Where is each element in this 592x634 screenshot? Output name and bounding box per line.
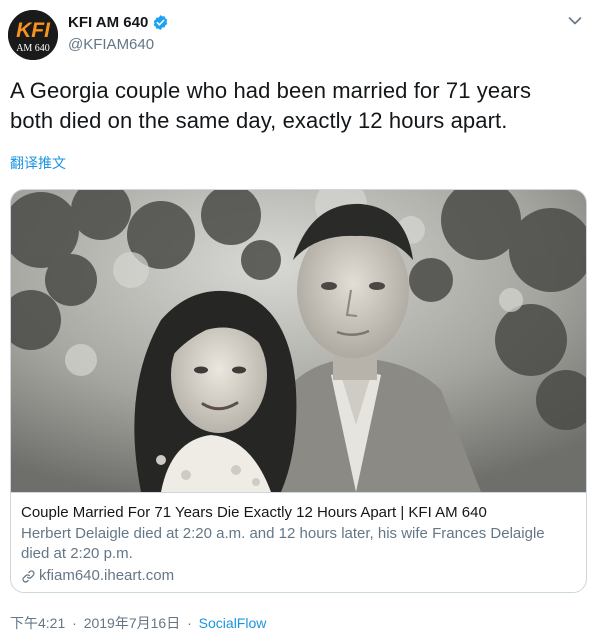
tweet-metadata: 下午4:21 · 2019年7月16日 · SocialFlow [10, 613, 266, 633]
tweet-date[interactable]: 2019年7月16日 [84, 615, 181, 631]
link-icon [22, 569, 35, 583]
card-description: Herbert Delaigle died at 2:20 a.m. and 1… [21, 525, 545, 562]
card-domain[interactable]: kfiam640.iheart.com [39, 566, 174, 586]
card-title[interactable]: Couple Married For 71 Years Die Exactly … [21, 503, 576, 523]
link-card[interactable]: Couple Married For 71 Years Die Exactly … [10, 189, 587, 593]
card-body[interactable]: Couple Married For 71 Years Die Exactly … [11, 492, 586, 592]
display-name[interactable]: KFI AM 640 [68, 14, 148, 31]
card-image[interactable] [11, 190, 586, 492]
author-handle[interactable]: @KFIAM640 [68, 36, 154, 53]
verified-badge-icon [154, 15, 168, 30]
couple-photo-image [11, 190, 586, 492]
kfi-logo-icon: KFI AM 640 [8, 10, 58, 60]
tweet-time[interactable]: 下午4:21 [10, 615, 65, 631]
translate-tweet-link[interactable]: 翻译推文 [10, 153, 66, 173]
avatar-logo-text: KFI [16, 19, 51, 42]
card-domain-row[interactable]: kfiam640.iheart.com [21, 566, 576, 586]
avatar[interactable]: KFI AM 640 [8, 10, 58, 60]
tweet: KFI AM 640 KFI AM 640 @KFIAM640 A Georgi… [0, 0, 592, 634]
author-name-row[interactable]: KFI AM 640 [68, 14, 169, 31]
tweet-text: A Georgia couple who had been married fo… [10, 78, 532, 133]
separator-dot: · [187, 615, 192, 631]
tweet-source-link[interactable]: SocialFlow [199, 615, 267, 631]
chevron-down-icon[interactable] [568, 16, 582, 26]
avatar-sub-text: AM 640 [16, 43, 50, 54]
separator-dot: · [72, 615, 77, 631]
